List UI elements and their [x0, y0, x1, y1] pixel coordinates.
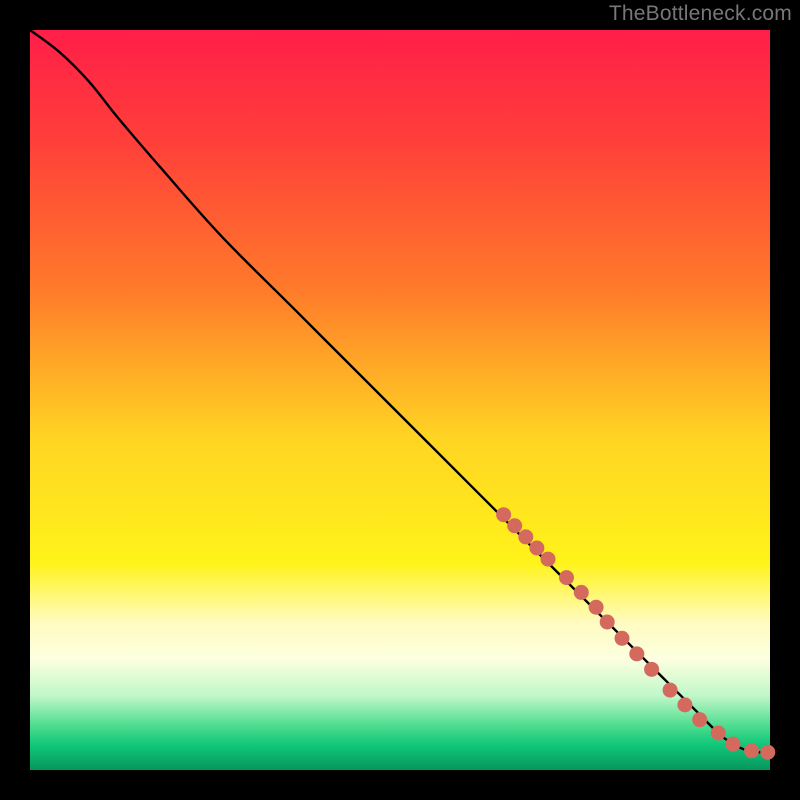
plot-svg — [30, 30, 770, 770]
gradient-rect — [30, 30, 770, 770]
highlight-dot — [760, 745, 775, 760]
watermark-text: TheBottleneck.com — [609, 2, 792, 26]
plot-area — [30, 30, 770, 770]
highlight-dot — [644, 662, 659, 677]
highlight-dot — [615, 631, 630, 646]
highlight-dot — [600, 615, 615, 630]
highlight-dot — [559, 570, 574, 585]
highlight-dot — [726, 737, 741, 752]
highlight-dot — [541, 552, 556, 567]
highlight-dot — [744, 743, 759, 758]
highlight-dot — [677, 697, 692, 712]
highlight-dot — [589, 600, 604, 615]
highlight-dot — [507, 518, 522, 533]
highlight-dot — [574, 585, 589, 600]
highlight-dot — [663, 683, 678, 698]
chart-frame: TheBottleneck.com — [0, 0, 800, 800]
highlight-dot — [692, 712, 707, 727]
highlight-dot — [496, 507, 511, 522]
highlight-dot — [711, 726, 726, 741]
highlight-dot — [518, 529, 533, 544]
highlight-dot — [629, 646, 644, 661]
highlight-dot — [529, 541, 544, 556]
